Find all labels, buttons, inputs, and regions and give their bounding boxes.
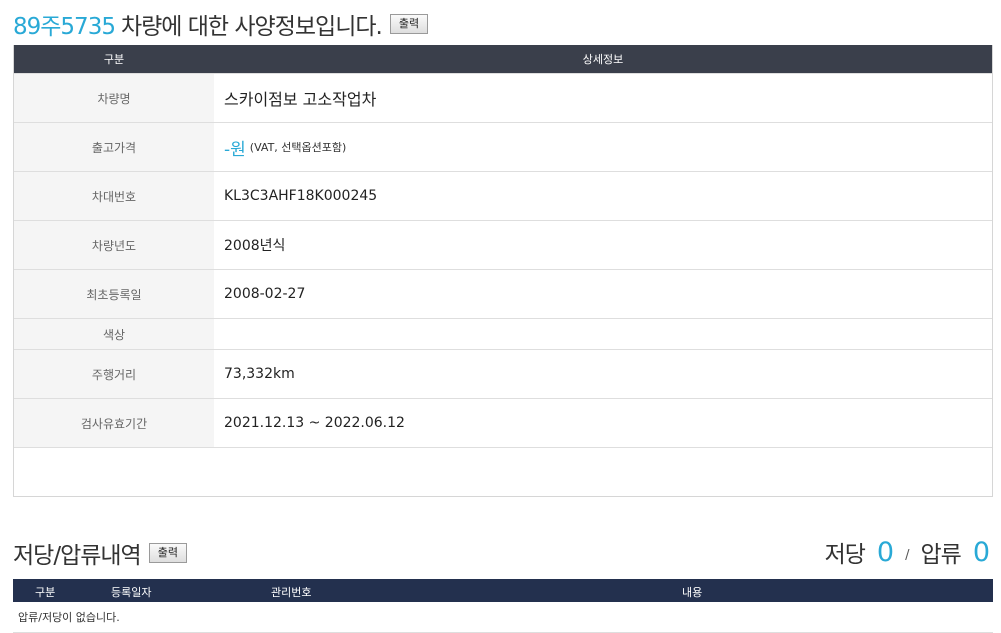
spec-label: 차량명 (14, 74, 214, 122)
spec-row-color: 색상 (14, 318, 992, 349)
spec-row-year: 차량년도 2008년식 (14, 220, 992, 269)
spec-label: 출고가격 (14, 123, 214, 171)
spec-label: 최초등록일 (14, 270, 214, 318)
mortgage-count: 0 (876, 536, 894, 568)
lien-print-button[interactable]: 출력 (148, 543, 187, 563)
spec-row-name: 차량명 스카이점보 고소작업차 (14, 73, 992, 122)
spec-table-header: 구분 상세정보 (14, 45, 992, 73)
spec-table-footer (14, 447, 992, 496)
lien-table-header: 구분 등록일자 관리번호 내용 (13, 579, 993, 602)
spec-value: 2008-02-27 (224, 286, 306, 302)
spec-label: 검사유효기간 (14, 399, 214, 447)
seizure-label: 압류 (920, 542, 961, 568)
plate-number: 89주5735 (13, 14, 116, 40)
spec-heading-text: 차량에 대한 사양정보입니다. (120, 14, 383, 40)
spec-row-mileage: 주행거리 73,332km (14, 349, 992, 398)
count-separator: / (905, 547, 910, 563)
lien-counts: 저당 0 / 압류 0 (824, 535, 990, 569)
seizure-count: 0 (972, 536, 990, 568)
price-note: (VAT, 선택옵션포함) (249, 141, 347, 154)
lien-title: 저당/압류내역 (13, 543, 142, 569)
spec-header-category: 구분 (103, 53, 125, 66)
spec-heading: 89주5735 차량에 대한 사양정보입니다. 출력 (13, 8, 429, 40)
spec-header-detail: 상세정보 (582, 53, 624, 66)
spec-row-price: 출고가격 -원 (VAT, 선택옵션포함) (14, 122, 992, 171)
mortgage-label: 저당 (824, 542, 866, 568)
spec-value: 73,332km (224, 366, 295, 382)
spec-value: 스카이점보 고소작업차 (224, 90, 377, 109)
lien-col-category: 구분 (35, 586, 56, 599)
lien-col-number: 관리번호 (271, 586, 312, 599)
spec-label: 차대번호 (14, 172, 214, 220)
spec-value: 2021.12.13 ~ 2022.06.12 (224, 415, 405, 431)
spec-row-first-registration: 최초등록일 2008-02-27 (14, 269, 992, 318)
spec-value (214, 319, 992, 349)
spec-label: 주행거리 (14, 350, 214, 398)
spec-table: 구분 상세정보 차량명 스카이점보 고소작업차 출고가격 -원 (VAT, 선택… (13, 45, 993, 497)
spec-print-button[interactable]: 출력 (389, 14, 429, 34)
lien-heading: 저당/압류내역 출력 (13, 537, 187, 569)
spec-value: KL3C3AHF18K000245 (224, 188, 378, 204)
price-value: -원 (224, 139, 246, 160)
lien-table: 구분 등록일자 관리번호 내용 압류/저당이 없습니다. (13, 579, 993, 633)
spec-row-inspection: 검사유효기간 2021.12.13 ~ 2022.06.12 (14, 398, 992, 447)
spec-value: 2008년식 (224, 238, 286, 254)
spec-value: -원 (VAT, 선택옵션포함) (214, 123, 992, 171)
lien-col-date: 등록일자 (111, 586, 152, 599)
spec-label: 차량년도 (14, 221, 214, 269)
spec-row-vin: 차대번호 KL3C3AHF18K000245 (14, 171, 992, 220)
lien-col-content: 내용 (682, 586, 703, 599)
lien-empty-message: 압류/저당이 없습니다. (13, 602, 993, 633)
spec-label: 색상 (14, 319, 214, 349)
